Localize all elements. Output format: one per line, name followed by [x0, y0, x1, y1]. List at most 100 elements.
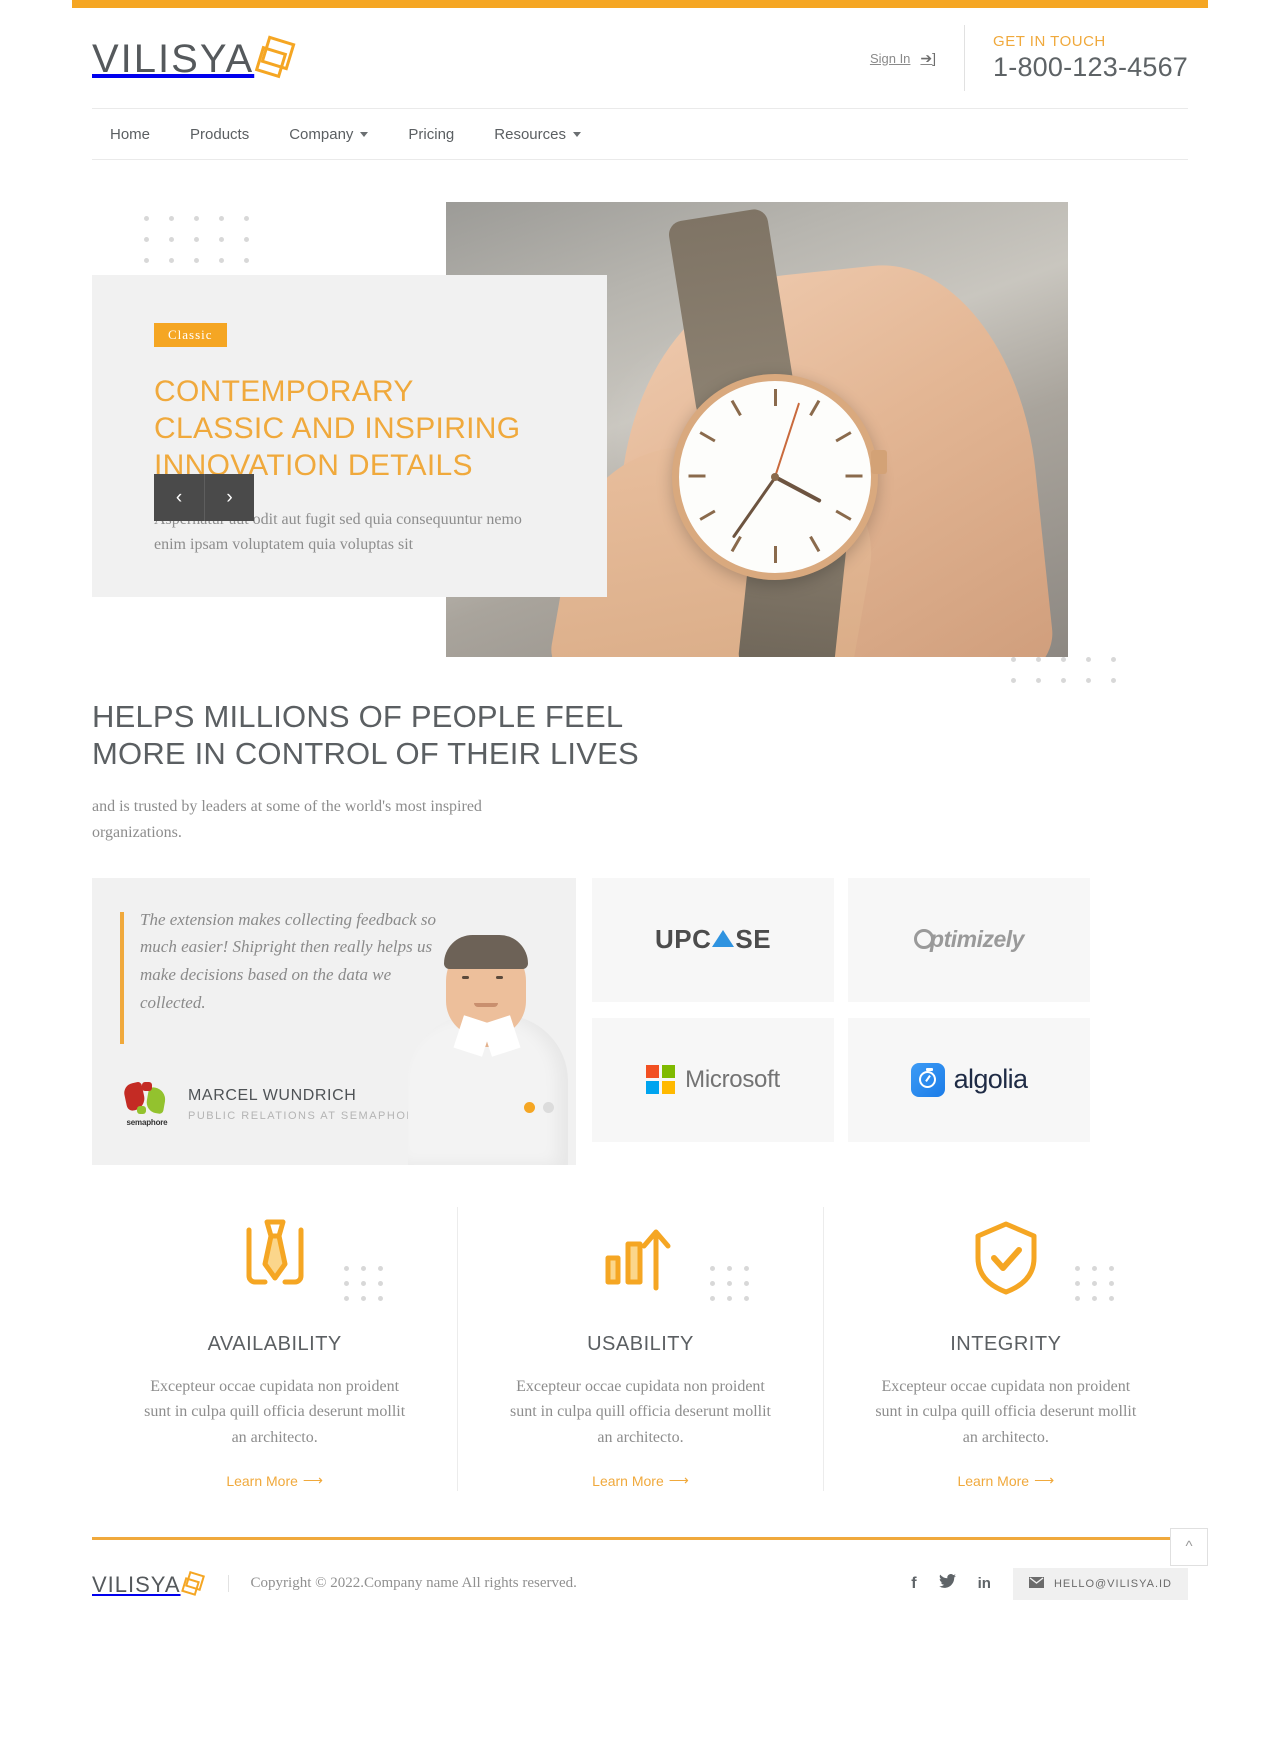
learn-more-label: Learn More: [592, 1472, 664, 1489]
social-links: f in: [911, 1574, 991, 1593]
optimizely-logo: ptimizely: [914, 926, 1024, 953]
testimonial-quote: The extension makes collecting feedback …: [140, 909, 436, 1012]
feature-title: AVAILABILITY: [207, 1332, 342, 1355]
trusted-section: HELPS MILLIONS OF PEOPLE FEEL MORE IN CO…: [92, 698, 1188, 1165]
decorative-dots-top-left: [144, 216, 269, 279]
semaphore-mark-icon: [122, 1080, 169, 1116]
decorative-dots: [344, 1265, 395, 1311]
feature-text: Excepteur occae cupidata non proident su…: [875, 1377, 1137, 1446]
nav-item-home[interactable]: Home: [92, 126, 170, 143]
algolia-logo: algolia: [910, 1062, 1028, 1097]
decorative-dots: [1075, 1265, 1126, 1311]
brand-name: VILISYA: [92, 37, 255, 81]
testimonial-portrait: [400, 913, 576, 1165]
chevron-up-icon: ^: [1185, 1538, 1193, 1556]
feature-text: Excepteur occae cupidata non proident su…: [144, 1377, 406, 1446]
nav-item-company[interactable]: Company: [269, 126, 388, 143]
phone-number[interactable]: 1-800-123-4567: [993, 52, 1188, 83]
carousel-next-button[interactable]: ›: [204, 474, 254, 521]
quote-accent-bar: [120, 911, 124, 1044]
learn-more-link-usability[interactable]: Learn More ⟶: [592, 1472, 689, 1489]
feature-usability: USABILITY Excepteur occae cupidata non p…: [457, 1206, 822, 1491]
tie-icon: [118, 1207, 431, 1317]
linkedin-icon[interactable]: in: [978, 1575, 991, 1593]
learn-more-link-availability[interactable]: Learn More ⟶: [226, 1472, 323, 1489]
chevron-down-icon: [572, 131, 581, 137]
partner-logo-grid: UPC SE ptimizely Microsoft algolia: [592, 877, 1090, 1165]
learn-more-label: Learn More: [226, 1472, 298, 1489]
footer-brand-name: VILISYA: [92, 1571, 181, 1597]
trusted-subtitle: and is trusted by leaders at some of the…: [92, 798, 482, 841]
get-in-touch: GET IN TOUCH 1-800-123-4567: [965, 33, 1188, 83]
feature-integrity: INTEGRITY Excepteur occae cupidata non p…: [822, 1206, 1188, 1491]
semaphore-wordmark: semaphore: [126, 1117, 168, 1127]
upcase-logo: UPC SE: [654, 924, 772, 955]
hero-title: CONTEMPORARY CLASSIC AND INSPIRING INNOV…: [154, 373, 557, 485]
trusted-heading: HELPS MILLIONS OF PEOPLE FEEL MORE IN CO…: [92, 698, 1188, 772]
sign-in-icon: ➔]: [920, 49, 937, 66]
copyright-text: Copyright © 2022.Company name All rights…: [227, 1575, 577, 1593]
twitter-icon[interactable]: [938, 1574, 956, 1593]
nav-label: Pricing: [408, 125, 455, 143]
features-section: AVAILABILITY Excepteur occae cupidata no…: [92, 1206, 1188, 1491]
decorative-dots-bottom-right: [1011, 657, 1136, 699]
author-role: PUBLIC RELATIONS AT SEMAPHORE: [188, 1109, 425, 1122]
logo-cell-algolia[interactable]: algolia: [848, 1017, 1090, 1142]
nav-item-pricing[interactable]: Pricing: [388, 126, 474, 143]
overlapping-squares-icon: [255, 35, 296, 79]
trusted-content-grid: The extension makes collecting feedback …: [92, 877, 1188, 1165]
main-navigation: Home Products Company Pricing Resources: [92, 108, 1188, 160]
nav-label: Home: [110, 125, 151, 143]
facebook-icon[interactable]: f: [911, 1575, 916, 1593]
footer-right: f in HELLO@VILISYA.ID: [911, 1567, 1188, 1600]
arrow-right-icon: ⟶: [668, 1472, 689, 1489]
footer-brand-logo[interactable]: VILISYA: [92, 1570, 228, 1597]
logo-cell-optimizely[interactable]: ptimizely: [848, 877, 1090, 1002]
nav-label: Company: [289, 125, 354, 143]
feature-availability: AVAILABILITY Excepteur occae cupidata no…: [92, 1207, 457, 1491]
hero-title-line-1: CONTEMPORARY: [154, 375, 414, 408]
algolia-wordmark: algolia: [953, 1064, 1028, 1095]
learn-more-link-integrity[interactable]: Learn More ⟶: [957, 1472, 1054, 1489]
site-footer: VILISYA Copyright © 2022.Company name Al…: [92, 1540, 1188, 1628]
brand-logo[interactable]: VILISYA: [92, 35, 296, 81]
chevron-down-icon: [360, 131, 369, 137]
logo-cell-upcase[interactable]: UPC SE: [592, 877, 834, 1002]
logo-cell-microsoft[interactable]: Microsoft: [592, 1017, 834, 1142]
semaphore-logo: semaphore: [120, 1080, 174, 1127]
nav-item-products[interactable]: Products: [170, 126, 269, 143]
shield-check-icon: [850, 1207, 1162, 1317]
pagination-dot-1[interactable]: [524, 1101, 535, 1113]
carousel-prev-button[interactable]: ‹: [154, 474, 204, 521]
trusted-heading-line-1: HELPS MILLIONS OF PEOPLE FEEL: [92, 699, 624, 734]
scroll-to-top-button[interactable]: ^: [1170, 1527, 1208, 1566]
learn-more-label: Learn More: [957, 1472, 1030, 1489]
feature-title: INTEGRITY: [950, 1332, 1062, 1355]
growth-chart-icon: [484, 1207, 796, 1317]
top-accent-bar: [72, 0, 1208, 8]
get-in-touch-label: GET IN TOUCH: [993, 33, 1106, 50]
wristwatch-graphic: [672, 374, 878, 580]
author-name: MARCEL WUNDRICH: [188, 1086, 357, 1104]
header-right: Sign In ➔] GET IN TOUCH 1-800-123-4567: [870, 25, 1188, 91]
email-address: HELLO@VILISYA.ID: [1053, 1577, 1172, 1590]
testimonial-pagination[interactable]: [524, 1101, 554, 1113]
decorative-dots: [709, 1265, 761, 1311]
hero-card: Classic CONTEMPORARY CLASSIC AND INSPIRI…: [92, 275, 607, 597]
testimonial-card: The extension makes collecting feedback …: [92, 877, 576, 1165]
pagination-dot-2[interactable]: [543, 1101, 554, 1113]
hero-carousel-controls: ‹ ›: [154, 474, 254, 521]
email-badge[interactable]: HELLO@VILISYA.ID: [1012, 1567, 1188, 1600]
nav-item-resources[interactable]: Resources: [474, 126, 601, 143]
testimonial-author: semaphore MARCEL WUNDRICH PUBLIC RELATIO…: [120, 1080, 425, 1127]
nav-label: Resources: [494, 125, 566, 143]
nav-label: Products: [190, 125, 250, 143]
envelope-icon: [1028, 1576, 1044, 1591]
arrow-right-icon: ⟶: [302, 1472, 323, 1489]
hero-section: Classic CONTEMPORARY CLASSIC AND INSPIRI…: [92, 202, 1188, 683]
hero-title-line-2: CLASSIC AND INSPIRING: [154, 412, 521, 446]
landing-page: VILISYA Sign In ➔] GET IN TOUCH 1-800-12…: [0, 0, 1280, 1628]
sign-in-link[interactable]: Sign In ➔]: [870, 50, 964, 67]
site-header: VILISYA Sign In ➔] GET IN TOUCH 1-800-12…: [92, 8, 1188, 108]
sign-in-label: Sign In: [869, 50, 911, 66]
